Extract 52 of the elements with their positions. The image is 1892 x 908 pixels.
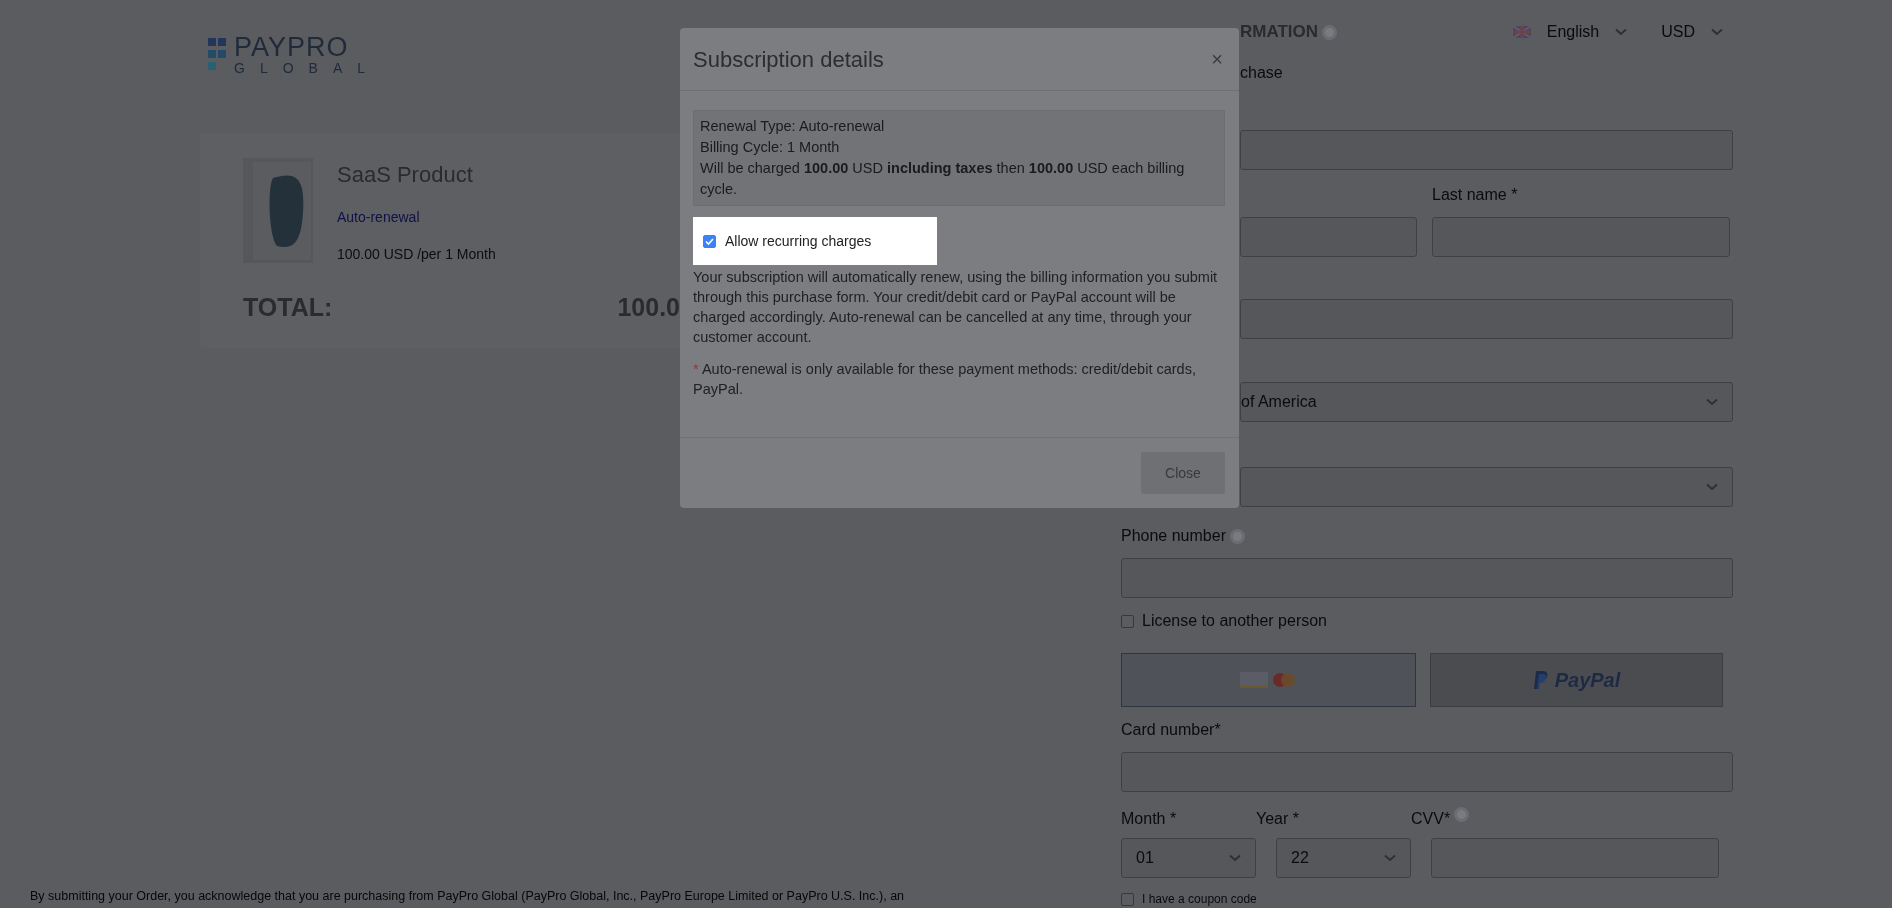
- card-number-field[interactable]: [1121, 752, 1733, 792]
- select-field[interactable]: 01: [1121, 838, 1256, 878]
- language-selector[interactable]: English: [1512, 20, 1628, 44]
- checkbox[interactable]: [1121, 892, 1134, 906]
- modal-title: Subscription details: [693, 45, 884, 74]
- checkbox[interactable]: [703, 234, 716, 248]
- payment-methods-note: * Auto-renewal is only available for these payment methods: credit/debit cards, PayPal.: [693, 360, 1197, 399]
- info-line: Billing Cycle: 1 Month: [700, 138, 841, 157]
- currency-selector[interactable]: USD: [1661, 20, 1723, 44]
- text-field[interactable]: [1432, 217, 1730, 257]
- field-label: Phone number: [1121, 526, 1226, 546]
- section-subheading: chase: [1240, 63, 1284, 83]
- chevron-down-icon: [1711, 28, 1723, 36]
- info-line: Will be charged 100.00 USD including taxes then 100.00 USD each billing cycle.: [700, 159, 1186, 199]
- cvv-field[interactable]: [1431, 838, 1719, 878]
- help-icon[interactable]: [1229, 528, 1245, 544]
- checkbox[interactable]: [1121, 614, 1134, 628]
- text-field[interactable]: [1240, 217, 1417, 257]
- legal-notice: By submitting your Order, you acknowledge that you are purchasing from PayPro Global (PayPro Global, Inc., PayPro Europe Limited or PayPro U.S. Inc.), an: [29, 888, 906, 906]
- renewal-link[interactable]: Auto-renewal: [337, 207, 496, 228]
- field-label: Year *: [1256, 809, 1300, 829]
- card-payment-button[interactable]: [1121, 653, 1416, 707]
- help-icon[interactable]: [1454, 807, 1470, 822]
- field-label: CVV*: [1411, 809, 1451, 829]
- logo-wordmark: PAYPRO: [234, 34, 350, 61]
- logo-tagline: GLOBAL: [234, 61, 381, 75]
- checkbox-label: License to another person: [1142, 611, 1327, 631]
- paypal-logo-icon: [1532, 670, 1549, 690]
- phone-field[interactable]: [1121, 558, 1733, 598]
- card-brand-icon: [1239, 670, 1298, 690]
- field-label: Month *: [1121, 809, 1178, 829]
- info-line: Renewal Type: Auto-renewal: [700, 117, 886, 136]
- checkbox-label: I have a coupon code: [1142, 891, 1257, 908]
- chevron-down-icon: [1706, 398, 1718, 406]
- checkbox-label: Allow recurring charges: [725, 231, 872, 251]
- chevron-down-icon: [1384, 854, 1396, 862]
- chevron-down-icon: [1229, 854, 1241, 862]
- select-field[interactable]: [1240, 467, 1733, 507]
- logo-icon: [208, 37, 226, 72]
- text-field[interactable]: [1240, 130, 1733, 170]
- renewal-description: Your subscription will automatically renew, using the billing information you submit through this purchase form. Your credit/debit card or PayPal account will be charged accordingly. Auto-renewal can be cancelled at any time, through your customer account.: [693, 268, 1219, 347]
- select-field[interactable]: 22: [1276, 838, 1411, 878]
- field-label: Last name *: [1432, 185, 1519, 205]
- text-field[interactable]: [1240, 299, 1733, 339]
- flag-icon: [1512, 26, 1531, 38]
- country-select[interactable]: of America: [1240, 382, 1733, 422]
- field-label: Card number*: [1121, 720, 1222, 740]
- help-icon[interactable]: [1322, 24, 1338, 40]
- chevron-down-icon: [1706, 483, 1718, 491]
- chevron-down-icon: [1615, 28, 1628, 36]
- product-price: 100.00 USD /per 1 Month: [337, 245, 496, 264]
- recurring-charges-option[interactable]: Allow recurring charges: [693, 217, 937, 265]
